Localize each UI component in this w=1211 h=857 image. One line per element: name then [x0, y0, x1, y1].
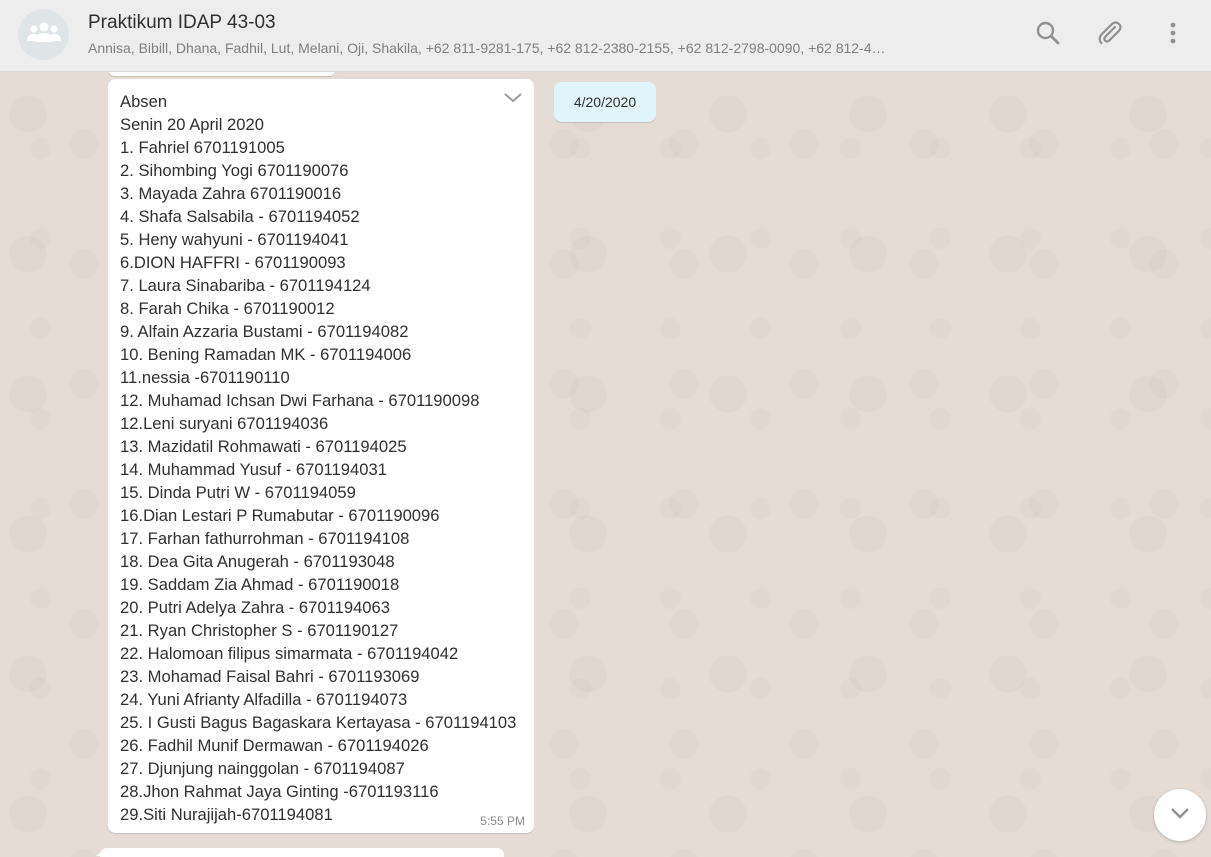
message-line: 22. Halomoan filipus simarmata - 6701194…: [120, 644, 459, 663]
message-line: 18. Dea Gita Anugerah - 6701193048: [120, 552, 395, 571]
message-line: 27. Djunjung nainggolan - 6701194087: [120, 759, 405, 778]
message-line: 20. Putri Adelya Zahra - 6701194063: [120, 598, 390, 617]
chat-title[interactable]: Praktikum IDAP 43-03: [88, 12, 276, 34]
message-line: 26. Fadhil Munif Dermawan - 6701194026: [120, 736, 429, 755]
message-line: 21. Ryan Christopher S - 6701190127: [120, 621, 399, 640]
search-icon: [1035, 20, 1061, 51]
message-line: 5. Heny wahyuni - 6701194041: [120, 230, 349, 249]
message-text: Absen Senin 20 April 2020 1. Fahriel 67011…: [120, 90, 516, 826]
attach-button[interactable]: [1095, 20, 1125, 50]
message-line: 2. Sihombing Yogi 6701190076: [120, 161, 349, 180]
search-button[interactable]: [1033, 20, 1063, 50]
message-line: 8. Farah Chika - 6701190012: [120, 299, 335, 318]
menu-icon: [1169, 21, 1177, 50]
message-line: 4. Shafa Salsabila - 6701194052: [120, 207, 360, 226]
message-line: 15. Dinda Putri W - 6701194059: [120, 483, 356, 502]
message-line: 17. Farhan fathurrohman - 6701194108: [120, 529, 410, 548]
date-chip: 4/20/2020: [554, 82, 656, 122]
message-line: 16.Dian Lestari P Rumabutar - 6701190096: [120, 506, 440, 525]
message-line: 11.nessia -6701190110: [120, 368, 290, 387]
message-line: 24. Yuni Afrianty Alfadilla - 6701194073: [120, 690, 408, 709]
message-line: 23. Mohamad Faisal Bahri - 6701193069: [120, 667, 420, 686]
message-line: 29.Siti Nurajijah-6701194081: [120, 805, 333, 824]
chevron-down-icon: [1169, 806, 1191, 825]
message-timestamp: 5:55 PM: [480, 814, 525, 828]
message-line: 1. Fahriel 6701191005: [120, 138, 285, 157]
group-avatar[interactable]: [18, 9, 69, 60]
message-line: 25. I Gusti Bagus Bagaskara Kertayasa - …: [120, 713, 517, 732]
message-line: 12.Leni suryani 6701194036: [120, 414, 329, 433]
message-line: 14. Muhammad Yusuf - 6701194031: [120, 460, 387, 479]
message-line: 6.DION HAFFRI - 6701190093: [120, 253, 346, 272]
chat-header: Praktikum IDAP 43-03 Annisa, Bibill, Dha…: [0, 0, 1211, 72]
message-line: 3. Mayada Zahra 6701190016: [120, 184, 342, 203]
attach-icon: [1096, 19, 1124, 52]
message-line: 19. Saddam Zia Ahmad - 6701190018: [120, 575, 400, 594]
message-line: Absen: [120, 92, 168, 111]
chat-panel[interactable]: 4/20/2020 Absen Senin 20 April 2020 1. Fah…: [0, 72, 1211, 857]
message-line: 28.Jhon Rahmat Jaya Ginting -6701193116: [120, 782, 439, 801]
message-line: 12. Muhamad Ichsan Dwi Farhana - 6701190…: [120, 391, 480, 410]
message-line: 9. Alfain Azzaria Bustami - 6701194082: [120, 322, 409, 341]
message-line: 13. Mazidatil Rohmawati - 6701194025: [120, 437, 407, 456]
next-message-bubble: [100, 848, 504, 857]
menu-button[interactable]: [1158, 20, 1188, 50]
scroll-down-button[interactable]: [1154, 789, 1206, 841]
group-members-list[interactable]: Annisa, Bibill, Dhana, Fadhil, Lut, Mela…: [88, 40, 998, 56]
message-line: 10. Bening Ramadan MK - 6701194006: [120, 345, 412, 364]
group-avatar-icon: [26, 21, 61, 48]
message-line: 7. Laura Sinabariba - 6701194124: [120, 276, 371, 295]
message-bubble[interactable]: Absen Senin 20 April 2020 1. Fahriel 67011…: [108, 79, 534, 833]
previous-message-bubble: [108, 72, 336, 76]
message-line: Senin 20 April 2020: [120, 115, 264, 134]
